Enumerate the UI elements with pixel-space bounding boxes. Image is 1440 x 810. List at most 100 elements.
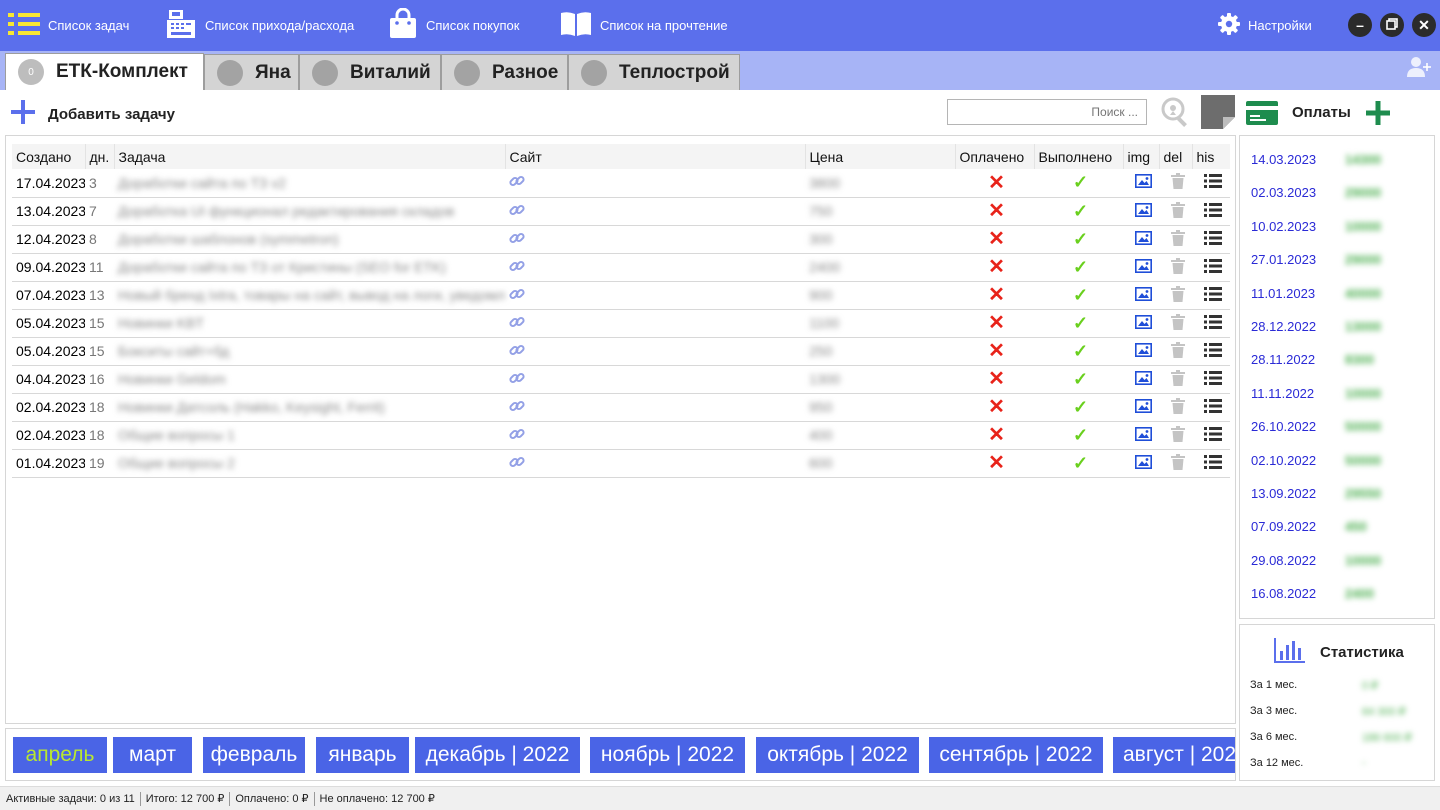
table-row[interactable]: 12.04.2023 8 Доработки шаблонов (symmetron… (12, 225, 1230, 254)
cross-icon[interactable]: ✕ (988, 452, 1005, 474)
month-button[interactable]: февраль (203, 737, 305, 773)
check-icon[interactable]: ✓ (1073, 201, 1088, 221)
maximize-button[interactable] (1380, 13, 1404, 37)
image-icon[interactable] (1134, 202, 1152, 220)
trash-icon[interactable] (1170, 201, 1185, 221)
check-icon[interactable]: ✓ (1073, 453, 1088, 473)
payment-date[interactable]: 26.10.2022 (1251, 419, 1316, 434)
column-header-del[interactable]: del (1158, 144, 1192, 169)
menu-shopping[interactable]: Список покупок (388, 0, 519, 51)
payment-date[interactable]: 13.09.2022 (1251, 486, 1316, 501)
check-icon[interactable]: ✓ (1073, 425, 1088, 445)
link-icon[interactable] (509, 204, 525, 221)
table-row[interactable]: 01.04.2023 19 Общие вопросы 2 600 ✕ ✓ (12, 449, 1230, 478)
payment-date[interactable]: 27.01.2023 (1251, 252, 1316, 267)
month-button[interactable]: март (113, 737, 192, 773)
table-row[interactable]: 02.04.2023 18 Общие вопросы 1 400 ✕ ✓ (12, 421, 1230, 450)
note-icon[interactable] (1201, 95, 1235, 134)
trash-icon[interactable] (1170, 173, 1185, 192)
history-list-icon[interactable] (1204, 202, 1222, 220)
cross-icon[interactable]: ✕ (988, 340, 1005, 362)
tab-yana[interactable]: Яна (204, 54, 299, 90)
cell-task[interactable]: Общие вопросы 2 (114, 449, 505, 478)
payment-date[interactable]: 02.10.2022 (1251, 453, 1316, 468)
link-icon[interactable] (509, 232, 525, 249)
history-list-icon[interactable] (1204, 454, 1222, 472)
column-header-task[interactable]: Задача (113, 144, 505, 169)
cross-icon[interactable]: ✕ (988, 200, 1005, 222)
cell-task[interactable]: Доработки сайта по ТЗ от Кристины (SEO f… (114, 253, 505, 282)
trash-icon[interactable] (1170, 285, 1185, 305)
link-icon[interactable] (509, 456, 525, 473)
link-icon[interactable] (509, 316, 525, 333)
link-icon[interactable] (509, 260, 525, 277)
month-button[interactable]: январь (316, 737, 409, 773)
table-row[interactable]: 17.04.2023 3 Доработки сайта по ТЗ v2 3800 ✕… (12, 169, 1230, 198)
add-task-button[interactable]: Добавить задачу (10, 99, 175, 127)
image-icon[interactable] (1134, 370, 1152, 388)
cross-icon[interactable]: ✕ (988, 228, 1005, 250)
trash-icon[interactable] (1170, 313, 1185, 333)
check-icon[interactable]: ✓ (1073, 257, 1088, 277)
cell-task[interactable]: Новый бренд Ixtra, товары на сайт, вывод… (114, 281, 505, 310)
column-header-done[interactable]: Выполнено (1033, 144, 1123, 169)
column-header-created[interactable]: Создано (12, 144, 85, 169)
cell-task[interactable]: Новинки Датсоль (Hakko, Keysight, Ferrit… (114, 393, 505, 422)
cross-icon[interactable]: ✕ (988, 424, 1005, 446)
check-icon[interactable]: ✓ (1073, 229, 1088, 249)
cross-icon[interactable]: ✕ (988, 172, 1005, 194)
history-list-icon[interactable] (1204, 342, 1222, 360)
column-header-img[interactable]: img (1122, 144, 1159, 169)
history-list-icon[interactable] (1204, 370, 1222, 388)
add-payment-icon[interactable] (1365, 100, 1391, 131)
history-list-icon[interactable] (1204, 258, 1222, 276)
table-row[interactable]: 07.04.2023 13 Новый бренд Ixtra, товары на… (12, 281, 1230, 310)
column-header-price[interactable]: Цена (804, 144, 955, 169)
image-icon[interactable] (1134, 454, 1152, 472)
cross-icon[interactable]: ✕ (988, 256, 1005, 278)
table-row[interactable]: 02.04.2023 18 Новинки Датсоль (Hakko, Keys… (12, 393, 1230, 422)
month-button[interactable]: апрель (13, 737, 107, 773)
cross-icon[interactable]: ✕ (988, 368, 1005, 390)
minimize-button[interactable]: – (1348, 13, 1372, 37)
menu-settings[interactable]: Настройки (1218, 0, 1312, 51)
tab-etk-komplekt[interactable]: 0 ЕТК-Комплект (5, 53, 204, 90)
search-icon[interactable] (1160, 96, 1192, 133)
link-icon[interactable] (509, 400, 525, 417)
trash-icon[interactable] (1170, 369, 1185, 389)
image-icon[interactable] (1134, 398, 1152, 416)
menu-income[interactable]: Список прихода/расхода (165, 0, 354, 51)
check-icon[interactable]: ✓ (1073, 172, 1088, 192)
link-icon[interactable] (509, 344, 525, 361)
payment-date[interactable]: 14.03.2023 (1251, 152, 1316, 167)
table-row[interactable]: 05.04.2023 15 Бокситы сайт+бд 250 ✕ ✓ (12, 337, 1230, 366)
column-header-site[interactable]: Сайт (504, 144, 805, 169)
payment-date[interactable]: 11.01.2023 (1251, 286, 1315, 301)
trash-icon[interactable] (1170, 425, 1185, 445)
add-user-icon[interactable] (1406, 56, 1432, 83)
month-button[interactable]: сентябрь | 2022 (929, 737, 1103, 773)
cell-task[interactable]: Общие вопросы 1 (114, 421, 505, 450)
history-list-icon[interactable] (1204, 230, 1222, 248)
payment-date[interactable]: 10.02.2023 (1251, 219, 1316, 234)
cell-task[interactable]: Доработки сайта по ТЗ v2 (114, 169, 505, 198)
image-icon[interactable] (1134, 174, 1152, 191)
payment-date[interactable]: 28.12.2022 (1251, 319, 1316, 334)
check-icon[interactable]: ✓ (1073, 397, 1088, 417)
check-icon[interactable]: ✓ (1073, 313, 1088, 333)
column-header-paid[interactable]: Оплачено (954, 144, 1034, 169)
tab-raznoe[interactable]: Разное (441, 54, 568, 90)
image-icon[interactable] (1134, 426, 1152, 444)
payment-date[interactable]: 29.08.2022 (1251, 553, 1316, 568)
link-icon[interactable] (509, 372, 525, 389)
history-list-icon[interactable] (1204, 426, 1222, 444)
payment-date[interactable]: 16.08.2022 (1251, 586, 1316, 601)
trash-icon[interactable] (1170, 397, 1185, 417)
trash-icon[interactable] (1170, 453, 1185, 473)
image-icon[interactable] (1134, 258, 1152, 276)
cell-task[interactable]: Доработки шаблонов (symmetron) (114, 225, 505, 254)
column-header-his[interactable]: his (1191, 144, 1230, 169)
cross-icon[interactable]: ✕ (988, 284, 1005, 306)
table-row[interactable]: 09.04.2023 11 Доработки сайта по ТЗ от Кри… (12, 253, 1230, 282)
image-icon[interactable] (1134, 230, 1152, 248)
